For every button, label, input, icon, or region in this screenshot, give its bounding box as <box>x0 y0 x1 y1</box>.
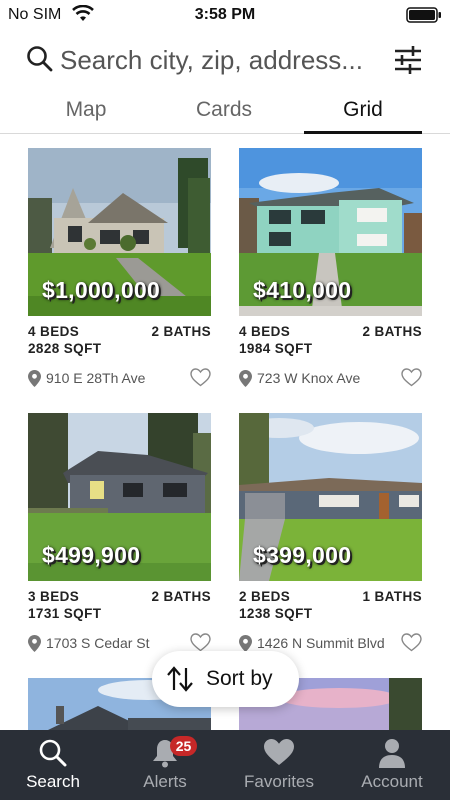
favorite-heart-icon[interactable] <box>190 368 211 387</box>
listing-photo[interactable]: $499,900 <box>28 413 211 581</box>
nav-account[interactable]: Account <box>346 730 438 800</box>
listing-address: 1426 N Summit Blvd <box>257 635 385 651</box>
listing-address: 910 E 28Th Ave <box>46 370 146 386</box>
sqft-row: 1984 SQFT <box>239 341 422 358</box>
favorite-heart-icon[interactable] <box>401 368 422 387</box>
listing-photo[interactable]: $1,000,000 <box>28 148 211 316</box>
nav-search-label: Search <box>26 772 80 791</box>
baths-count: 1 BATHS <box>362 589 422 604</box>
filter-sliders-icon[interactable] <box>392 44 424 76</box>
status-bar: No SIM 3:58 PM <box>0 0 450 30</box>
listing-grid: $1,000,000 4 BEDS 2 BATHS 2828 SQFT 910 … <box>0 148 450 730</box>
baths-count: 2 BATHS <box>362 324 422 339</box>
tab-map-label: Map <box>65 98 107 121</box>
listing-price: $410,000 <box>253 277 352 303</box>
nav-favorites-label: Favorites <box>244 772 314 791</box>
tab-grid-label: Grid <box>343 98 383 121</box>
search-bar <box>0 38 450 82</box>
search-icon <box>39 739 67 767</box>
listing-price: $499,900 <box>42 542 141 568</box>
tab-grid[interactable]: Grid <box>304 90 422 134</box>
sqft-value: 1731 SQFT <box>28 606 102 621</box>
view-tabs: Map Cards Grid <box>0 90 450 134</box>
sort-by-label: Sort by <box>206 667 273 690</box>
person-icon <box>379 739 405 768</box>
beds-count: 2 BEDS <box>239 589 291 604</box>
listing-price: $399,000 <box>253 542 352 568</box>
baths-count: 2 BATHS <box>151 324 211 339</box>
bottom-navigation: Search 25 Alerts Favorites Account <box>0 730 450 800</box>
nav-alerts-label: Alerts <box>143 772 187 791</box>
search-icon[interactable] <box>26 45 54 73</box>
location-pin-icon <box>239 635 252 652</box>
beds-baths-row: 2 BEDS 1 BATHS <box>239 589 422 606</box>
baths-count: 2 BATHS <box>151 589 211 604</box>
active-tab-indicator <box>304 131 422 134</box>
sort-arrows-icon <box>167 666 193 692</box>
favorite-heart-icon[interactable] <box>190 633 211 652</box>
heart-icon <box>264 739 294 765</box>
location-pin-icon <box>28 370 41 387</box>
tab-cards[interactable]: Cards <box>168 90 280 134</box>
listing-photo[interactable]: $410,000 <box>239 148 422 316</box>
tab-map[interactable]: Map <box>30 90 142 134</box>
beds-baths-row: 4 BEDS 2 BATHS <box>239 324 422 341</box>
tab-cards-label: Cards <box>195 98 253 121</box>
sqft-row: 1731 SQFT <box>28 606 211 623</box>
favorite-heart-icon[interactable] <box>401 633 422 652</box>
beds-baths-row: 4 BEDS 2 BATHS <box>28 324 211 341</box>
beds-count: 4 BEDS <box>239 324 291 339</box>
nav-alerts[interactable]: 25 Alerts <box>120 730 210 800</box>
listing-card[interactable]: $499,900 3 BEDS 2 BATHS 1731 SQFT 1703 S… <box>28 413 211 657</box>
sqft-value: 1238 SQFT <box>239 606 313 621</box>
address-row: 723 W Knox Ave <box>239 366 422 392</box>
listing-address: 723 W Knox Ave <box>257 370 361 386</box>
nav-favorites[interactable]: Favorites <box>233 730 325 800</box>
search-input[interactable] <box>60 40 380 80</box>
beds-count: 3 BEDS <box>28 589 80 604</box>
beds-baths-row: 3 BEDS 2 BATHS <box>28 589 211 606</box>
beds-count: 4 BEDS <box>28 324 80 339</box>
listing-address: 1703 S Cedar St <box>46 635 150 651</box>
battery-icon <box>406 7 441 23</box>
sqft-row: 1238 SQFT <box>239 606 422 623</box>
nav-search[interactable]: Search <box>8 730 98 800</box>
sort-by-button[interactable]: Sort by <box>152 651 299 707</box>
listing-card[interactable]: $1,000,000 4 BEDS 2 BATHS 2828 SQFT 910 … <box>28 148 211 392</box>
listing-card[interactable]: $410,000 4 BEDS 2 BATHS 1984 SQFT 723 W … <box>239 148 422 392</box>
sqft-value: 1984 SQFT <box>239 341 313 356</box>
address-row: 910 E 28Th Ave <box>28 366 211 392</box>
listing-photo[interactable]: $399,000 <box>239 413 422 581</box>
sqft-row: 2828 SQFT <box>28 341 211 358</box>
clock: 3:58 PM <box>194 6 256 23</box>
sqft-value: 2828 SQFT <box>28 341 102 356</box>
listing-price: $1,000,000 <box>42 277 161 303</box>
nav-account-label: Account <box>361 772 423 791</box>
location-pin-icon <box>239 370 252 387</box>
alerts-count-badge: 25 <box>170 736 197 756</box>
location-pin-icon <box>28 635 41 652</box>
listing-card[interactable]: $399,000 2 BEDS 1 BATHS 1238 SQFT 1426 N… <box>239 413 422 657</box>
